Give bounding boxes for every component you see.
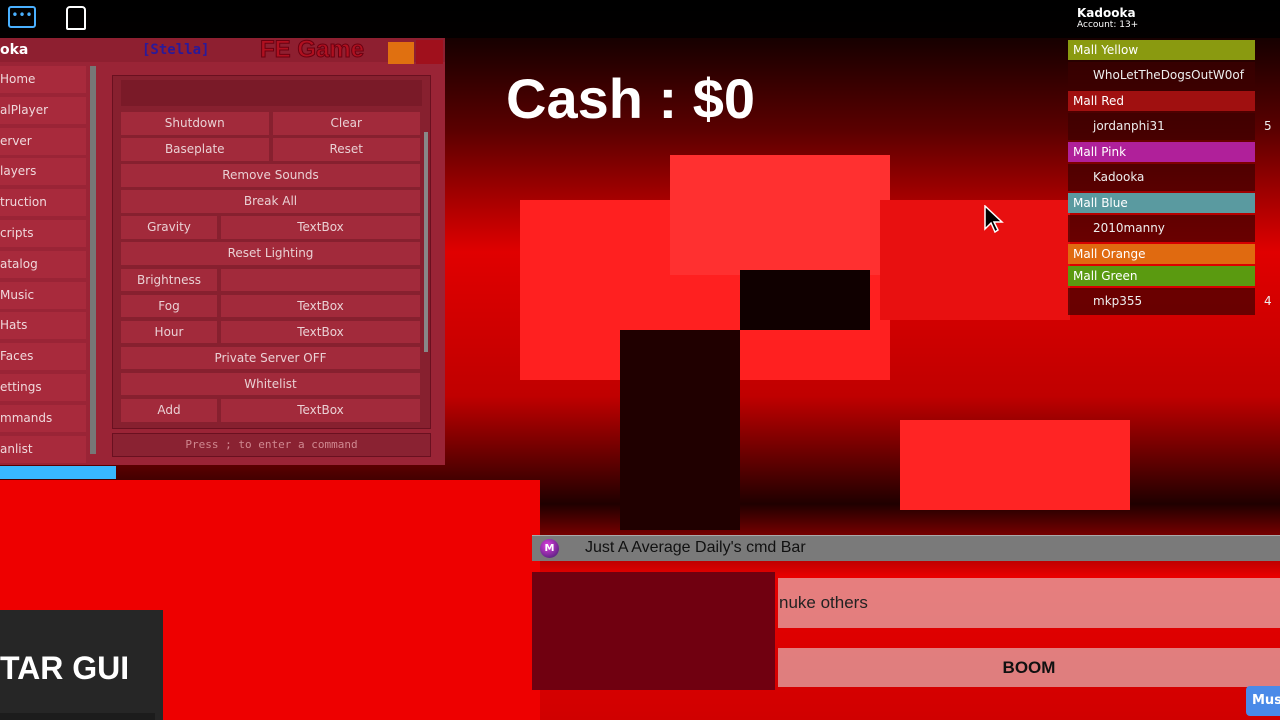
action-button[interactable]: Hour xyxy=(121,320,217,344)
button-row: Baseplate Reset xyxy=(121,138,420,161)
button-row: Add TextBox xyxy=(121,399,420,422)
panel-title: oka xyxy=(0,42,29,58)
player-stat: 5 xyxy=(1264,119,1272,133)
panel-subtitle: FE Game xyxy=(259,36,365,64)
player-name: jordanphi31 xyxy=(1093,119,1165,133)
cmd-bar-header: M Just A Average Daily's cmd Bar xyxy=(532,535,1280,561)
sidebar-scrollbar[interactable] xyxy=(90,66,96,454)
player-row[interactable]: Kadooka xyxy=(1068,164,1255,191)
sidebar-item[interactable]: anlist xyxy=(0,435,86,463)
button-row: Break All xyxy=(121,190,420,213)
player-name: 2010manny xyxy=(1093,221,1165,235)
leaderboard-header[interactable]: Kadooka Account: 13+ xyxy=(1077,6,1138,30)
team-header: Mall Green xyxy=(1068,266,1255,286)
sidebar-item[interactable]: truction xyxy=(0,189,86,217)
sidebar-item[interactable]: alPlayer xyxy=(0,96,86,124)
player-stat: 4 xyxy=(1264,294,1272,308)
button-row: Private Server OFF xyxy=(121,346,420,370)
button-row: Brightness xyxy=(121,268,420,292)
leaderboard-account: Account: 13+ xyxy=(1077,20,1139,30)
team-header: Mall Red xyxy=(1068,91,1255,111)
admin-panel: oka [Stella] FE Game Home alPlayer erver la… xyxy=(0,36,445,466)
action-button[interactable]: Remove Sounds xyxy=(121,164,420,187)
action-button[interactable]: Gravity xyxy=(121,216,217,239)
music-button[interactable]: Mus xyxy=(1246,686,1280,716)
button-row: Reset Lighting xyxy=(121,242,420,265)
button-row: Shutdown Clear xyxy=(121,112,420,135)
action-button[interactable]: Shutdown xyxy=(121,112,269,135)
action-button[interactable]: Add xyxy=(121,399,217,422)
progress-bar xyxy=(0,466,116,479)
sidebar-item[interactable]: Faces xyxy=(0,343,86,371)
cmd-bar-title: Just A Average Daily's cmd Bar xyxy=(585,539,806,556)
player-name: mkp355 xyxy=(1093,294,1143,308)
minimize-button[interactable] xyxy=(388,42,414,64)
cmd-bar-input[interactable]: nuke others xyxy=(778,578,1280,628)
command-input[interactable]: Press ; to enter a command xyxy=(112,433,431,457)
content-scrollbar[interactable] xyxy=(424,132,428,352)
sidebar-item[interactable]: erver xyxy=(0,127,86,155)
team-header: Mall Orange xyxy=(1068,244,1255,264)
button-row: Fog TextBox xyxy=(121,294,420,318)
button-row: Hour TextBox xyxy=(121,320,420,344)
button-row: Whitelist xyxy=(121,372,420,396)
panel-title-bar[interactable]: oka [Stella] FE Game xyxy=(0,36,445,64)
action-button[interactable]: Clear xyxy=(272,112,420,135)
cmd-bar-logo: M xyxy=(540,539,559,558)
text-box[interactable]: TextBox xyxy=(221,294,420,318)
player-row[interactable]: WhoLetTheDogsOutW0of xyxy=(1068,62,1255,89)
star-gui-title: TAR GUI xyxy=(0,650,130,686)
team-header: Mall Yellow xyxy=(1068,40,1255,60)
chat-icon[interactable]: ••• xyxy=(8,6,36,28)
sidebar-item[interactable]: mmands xyxy=(0,404,86,432)
team-header: Mall Pink xyxy=(1068,142,1255,162)
boom-button[interactable]: BOOM xyxy=(778,648,1280,687)
sidebar-item[interactable]: layers xyxy=(0,158,86,186)
panel-content: Shutdown Clear Baseplate Reset Remove Sounds… xyxy=(112,75,431,429)
panel-sidebar: Home alPlayer erver layers truction cripts ata… xyxy=(0,66,86,466)
sidebar-item[interactable]: Home xyxy=(0,66,86,93)
text-box[interactable]: TextBox xyxy=(221,399,420,422)
player-name: WhoLetTheDogsOutW0of xyxy=(1093,68,1244,82)
action-button[interactable]: Reset Lighting xyxy=(121,242,420,265)
cash-display: Cash : $0 xyxy=(506,67,755,130)
player-row[interactable]: mkp355 4 xyxy=(1068,288,1272,315)
sidebar-item[interactable]: ettings xyxy=(0,373,86,401)
player-row[interactable]: jordanphi31 5 xyxy=(1068,113,1272,140)
cmd-bar-side-panel xyxy=(532,572,775,690)
player-row[interactable]: 2010manny xyxy=(1068,215,1255,242)
backpack-icon[interactable] xyxy=(66,6,86,30)
action-button[interactable]: Private Server OFF xyxy=(121,346,420,370)
action-button[interactable]: Fog xyxy=(121,294,217,318)
sidebar-item[interactable]: cripts xyxy=(0,219,86,247)
team-header: Mall Blue xyxy=(1068,193,1255,213)
action-button[interactable]: Whitelist xyxy=(121,372,420,396)
panel-tag: [Stella] xyxy=(142,42,210,58)
leaderboard: Mall Yellow WhoLetTheDogsOutW0of Mall Red j… xyxy=(1068,40,1280,317)
player-name: Kadooka xyxy=(1093,170,1145,184)
star-gui-input[interactable] xyxy=(0,713,155,720)
star-gui-panel: TAR GUI xyxy=(0,610,163,720)
sidebar-item[interactable]: Music xyxy=(0,281,86,309)
sidebar-item[interactable]: Hats xyxy=(0,312,86,340)
mouse-cursor-icon xyxy=(984,205,1004,233)
text-box[interactable]: TextBox xyxy=(221,320,420,344)
text-box[interactable] xyxy=(221,268,420,292)
button-row: Gravity TextBox xyxy=(121,216,420,239)
action-button[interactable]: Break All xyxy=(121,190,420,213)
close-button[interactable] xyxy=(416,40,443,64)
button-row: Remove Sounds xyxy=(121,164,420,187)
text-box[interactable]: TextBox xyxy=(221,216,420,239)
content-header xyxy=(121,80,422,106)
leaderboard-username: Kadooka xyxy=(1077,6,1136,20)
sidebar-item[interactable]: atalog xyxy=(0,250,86,278)
action-button[interactable]: Brightness xyxy=(121,268,217,292)
action-button[interactable]: Baseplate xyxy=(121,138,269,161)
action-button[interactable]: Reset xyxy=(272,138,420,161)
